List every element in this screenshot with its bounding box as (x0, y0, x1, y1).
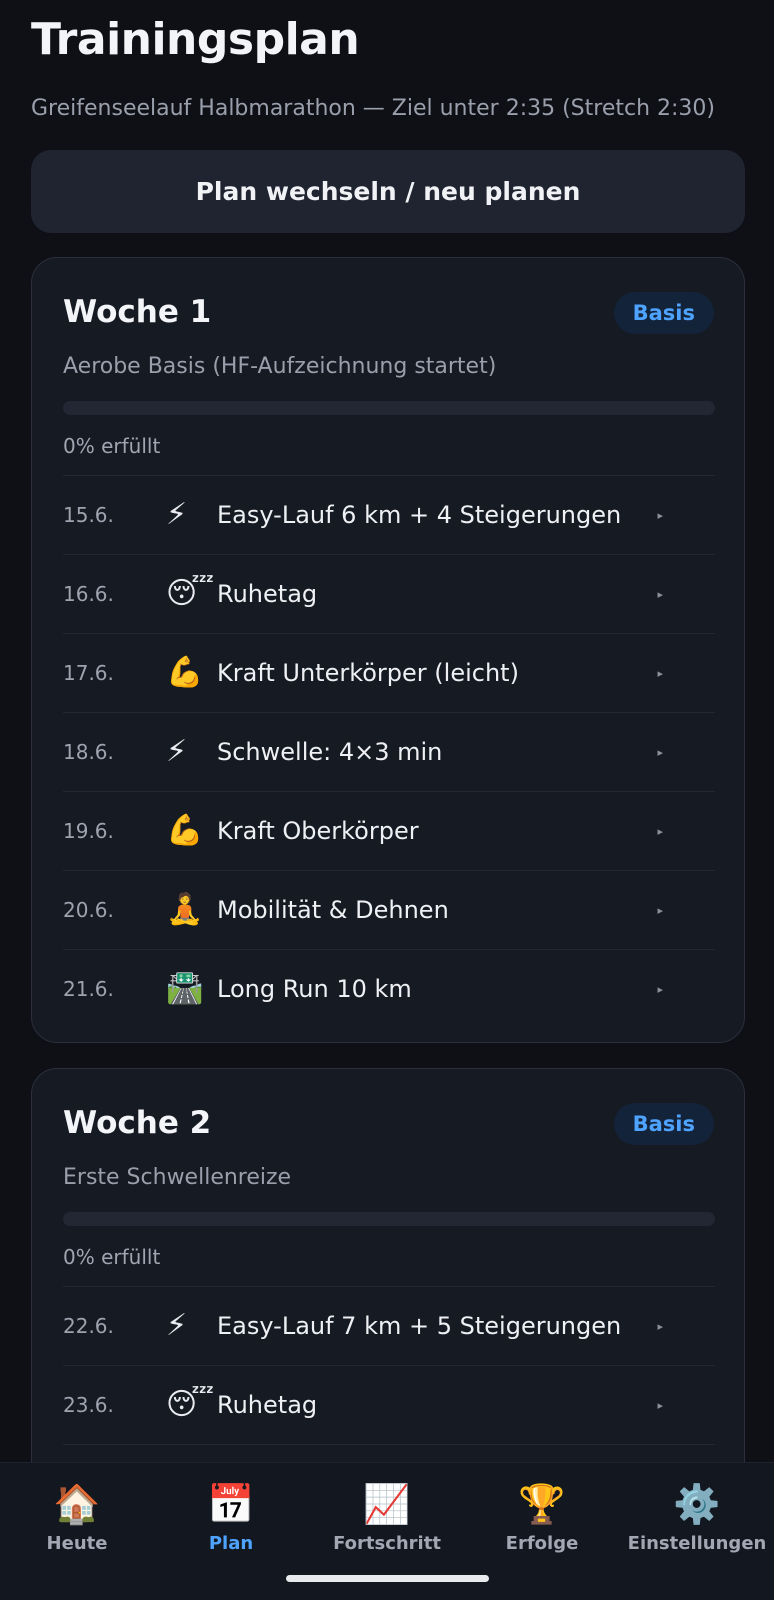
tab-plan[interactable]: 📅 Plan (156, 1481, 306, 1554)
workout-title: Long Run 10 km (217, 975, 412, 1003)
day-row[interactable]: 22.6. ⚡ Easy-Lauf 7 km + 5 Steigerungen … (63, 1286, 715, 1365)
day-row[interactable]: 20.6. 🧘 Mobilität & Dehnen ▸ (63, 870, 715, 949)
workout-title: Kraft Unterkörper (leicht) (217, 659, 519, 687)
tab-label: Einstellungen (627, 1533, 767, 1554)
day-row[interactable]: 23.6. 😴 Ruhetag ▸ (63, 1365, 715, 1444)
tab-label: Plan (208, 1533, 254, 1554)
chevron-right-icon: ▸ (657, 1319, 663, 1333)
training-plan-screen: Trainingsplan Greifenseelauf Halbmaratho… (0, 0, 774, 1600)
week-description: Erste Schwellenreize (63, 1165, 292, 1190)
tab-erfolge[interactable]: 🏆 Erfolge (467, 1481, 617, 1554)
sleeping-face-icon: 😴 (166, 576, 215, 611)
tab-heute[interactable]: 🏠 Heute (2, 1481, 152, 1554)
tab-label: Fortschritt (333, 1533, 441, 1554)
chevron-right-icon: ▸ (657, 666, 663, 680)
home-icon: 🏠 (53, 1482, 101, 1526)
day-row[interactable]: 18.6. ⚡ Schwelle: 4×3 min ▸ (63, 712, 715, 791)
day-date: 19.6. (63, 819, 114, 843)
day-row[interactable]: 16.6. 😴 Ruhetag ▸ (63, 554, 715, 633)
calendar-icon: 📅 (207, 1482, 255, 1526)
workout-title: Ruhetag (217, 1391, 318, 1419)
lightning-icon: ⚡ (166, 1308, 188, 1343)
page-subtitle: Greifenseelauf Halbmarathon — Ziel unter… (31, 96, 716, 121)
week-title: Woche 2 (63, 1105, 212, 1141)
day-list: 15.6. ⚡ Easy-Lauf 6 km + 4 Steigerungen … (63, 475, 715, 1028)
chevron-right-icon: ▸ (657, 982, 663, 996)
day-date: 15.6. (63, 503, 114, 527)
day-row[interactable]: 21.6. 🛣️ Long Run 10 km ▸ (63, 949, 715, 1028)
chevron-right-icon: ▸ (657, 1398, 663, 1412)
workout-title: Schwelle: 4×3 min (217, 738, 443, 766)
page-title: Trainingsplan (31, 14, 360, 65)
week-progress-label: 0% erfüllt (63, 434, 161, 458)
week-progress-bar (63, 1212, 715, 1226)
day-row[interactable]: 19.6. 💪 Kraft Oberkörper ▸ (63, 791, 715, 870)
tab-einstellungen[interactable]: ⚙️ Einstellungen (622, 1481, 772, 1554)
flexed-biceps-icon: 💪 (166, 813, 204, 848)
week-progress-label: 0% erfüllt (63, 1245, 161, 1269)
week-title: Woche 1 (63, 294, 212, 330)
day-row[interactable]: 17.6. 💪 Kraft Unterkörper (leicht) ▸ (63, 633, 715, 712)
week-card: Woche 1 Basis Aerobe Basis (HF-Aufzeichn… (31, 257, 745, 1043)
workout-title: Easy-Lauf 7 km + 5 Steigerungen (217, 1312, 622, 1340)
day-date: 18.6. (63, 740, 114, 764)
day-date: 17.6. (63, 661, 114, 685)
workout-title: Ruhetag (217, 580, 318, 608)
chart-increasing-icon: 📈 (363, 1482, 411, 1526)
tab-label: Erfolge (505, 1533, 579, 1554)
trophy-icon: 🏆 (518, 1482, 566, 1526)
phase-badge: Basis (613, 292, 714, 334)
tab-label: Heute (46, 1533, 108, 1554)
chevron-right-icon: ▸ (657, 508, 663, 522)
day-date: 16.6. (63, 582, 114, 606)
home-indicator[interactable] (286, 1575, 489, 1582)
change-plan-button[interactable]: Plan wechseln / neu planen (31, 150, 745, 233)
workout-title: Easy-Lauf 6 km + 4 Steigerungen (217, 501, 622, 529)
tab-fortschritt[interactable]: 📈 Fortschritt (312, 1481, 462, 1554)
chevron-right-icon: ▸ (657, 587, 663, 601)
week-description: Aerobe Basis (HF-Aufzeichnung startet) (63, 354, 497, 379)
day-date: 23.6. (63, 1393, 114, 1417)
week-progress-bar (63, 401, 715, 415)
chevron-right-icon: ▸ (657, 903, 663, 917)
flexed-biceps-icon: 💪 (166, 655, 204, 690)
meditation-icon: 🧘 (166, 892, 204, 927)
day-date: 20.6. (63, 898, 114, 922)
phase-badge: Basis (613, 1103, 714, 1145)
highway-icon: 🛣️ (166, 971, 204, 1006)
chevron-right-icon: ▸ (657, 824, 663, 838)
workout-title: Mobilität & Dehnen (217, 896, 449, 924)
day-date: 22.6. (63, 1314, 114, 1338)
chevron-right-icon: ▸ (657, 745, 663, 759)
sleeping-face-icon: 😴 (166, 1387, 215, 1422)
day-date: 21.6. (63, 977, 114, 1001)
day-row[interactable]: 15.6. ⚡ Easy-Lauf 6 km + 4 Steigerungen … (63, 475, 715, 554)
lightning-icon: ⚡ (166, 497, 188, 532)
lightning-icon: ⚡ (166, 734, 188, 769)
workout-title: Kraft Oberkörper (217, 817, 419, 845)
gear-icon: ⚙️ (673, 1482, 721, 1526)
